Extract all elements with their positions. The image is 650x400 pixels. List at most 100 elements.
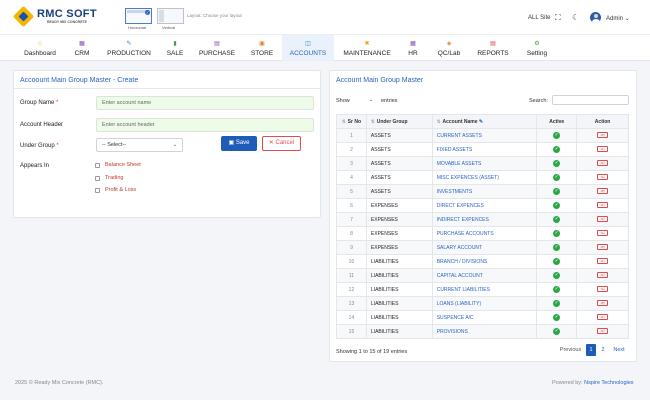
pagination-page-1[interactable]: 1	[586, 344, 596, 356]
action-menu-button[interactable]: •••	[597, 230, 609, 237]
cell-account-name[interactable]: CURRENT ASSETS	[431, 128, 538, 143]
site-selector[interactable]: ALL Site	[528, 15, 550, 21]
cell-account-name[interactable]: CAPITAL ACCOUNT	[431, 268, 538, 283]
nav-store[interactable]: ▣ STORE	[246, 35, 278, 61]
trading-label: Trading	[105, 175, 124, 181]
action-menu-button[interactable]: •••	[597, 314, 609, 321]
table-row: 12 LIABILITIES CURRENT LIABILITIES ✓ •••	[336, 282, 629, 297]
chevron-down-icon: ⌄	[172, 142, 177, 148]
cell-active: ✓	[536, 142, 578, 157]
cell-account-name[interactable]: SALARY ACCOUNT	[431, 240, 538, 255]
avatar[interactable]	[590, 12, 601, 23]
fullscreen-icon[interactable]: ⛶	[555, 13, 561, 23]
action-menu-button[interactable]: •••	[597, 272, 609, 279]
cancel-button[interactable]: ✕ Cancel	[262, 136, 301, 151]
table-row: 6 EXPENSES DIRECT EXPENCES ✓ •••	[336, 198, 629, 213]
table-row: 4 ASSETS MISC EXPENCES (ASSET) ✓ •••	[336, 170, 629, 185]
layout-vertical-option[interactable]	[157, 8, 184, 24]
chart-icon: ▮	[173, 41, 177, 47]
cell-account-name[interactable]: FIXED ASSETS	[431, 142, 538, 157]
active-check-icon: ✓	[553, 146, 561, 153]
col-account-name[interactable]: ⇅ Account Name ✎	[431, 114, 538, 129]
col-action[interactable]: Action	[576, 114, 629, 129]
pagination-page-2[interactable]: 2	[598, 344, 608, 356]
nav-dashboard[interactable]: ⌂ Dashboard	[16, 35, 64, 61]
action-menu-button[interactable]: •••	[597, 244, 609, 251]
table-row: 14 LIABILITIES SUSPENCE A/C ✓ •••	[336, 310, 629, 325]
active-check-icon: ✓	[553, 174, 561, 181]
action-menu-button[interactable]: •••	[597, 258, 609, 265]
company-link[interactable]: Nspire Technologies	[584, 380, 633, 386]
account-header-input[interactable]: Enter account header	[96, 118, 314, 132]
active-check-icon: ✓	[553, 188, 561, 195]
cell-sr-no: 2	[336, 142, 367, 157]
cell-account-name[interactable]: SUSPENCE A/C	[431, 310, 538, 325]
save-button[interactable]: ▣ Save	[221, 136, 257, 151]
col-sr-no[interactable]: ⇅ Sr No	[336, 114, 367, 129]
list-panel: Account Main Group Master Show ⌄ entries…	[329, 70, 637, 362]
entries-label: entries	[381, 98, 398, 104]
action-menu-button[interactable]: •••	[597, 146, 609, 153]
entries-per-page-select[interactable]: ⌄	[354, 95, 373, 105]
search-input[interactable]	[552, 95, 629, 105]
cell-account-name[interactable]: INDIRECT EXPENCES	[431, 212, 538, 227]
user-name: Admin	[606, 16, 624, 22]
col-active[interactable]: Active	[536, 114, 578, 129]
trading-checkbox[interactable]	[95, 176, 100, 181]
action-menu-button[interactable]: •••	[597, 300, 609, 307]
group-name-input[interactable]: Enter account name	[96, 96, 314, 110]
nav-hr[interactable]: ▦ HR	[402, 35, 424, 61]
under-group-label: Under Group *	[20, 143, 59, 149]
action-menu-button[interactable]: •••	[597, 286, 609, 293]
nav-setting[interactable]: ⚙ Setting	[522, 35, 552, 61]
cell-account-name[interactable]: PROVISIONS	[431, 324, 538, 339]
cell-active: ✓	[536, 156, 578, 171]
nav-reports[interactable]: ▤ REPORTS	[474, 35, 512, 61]
under-group-select[interactable]: -- Select-- ⌄	[96, 138, 183, 152]
action-menu-button[interactable]: •••	[597, 328, 609, 335]
nav-purchase[interactable]: ▤ PURCHASE	[194, 35, 240, 61]
cell-account-name[interactable]: MOVABLE ASSETS	[431, 156, 538, 171]
action-menu-button[interactable]: •••	[597, 216, 609, 223]
action-menu-button[interactable]: •••	[597, 202, 609, 209]
brand-logo[interactable]: RMC SOFT READY MIX CONCRETE	[12, 6, 97, 28]
col-under-group[interactable]: ⇅ Under Group	[365, 114, 433, 129]
cell-active: ✓	[536, 324, 578, 339]
cell-under-group: ASSETS	[365, 156, 433, 171]
cell-active: ✓	[536, 240, 578, 255]
cell-account-name[interactable]: DIRECT EXPENCES	[431, 198, 538, 213]
cell-account-name[interactable]: BRANCH / DIVISIONS	[431, 254, 538, 269]
nav-production[interactable]: ✎ PRODUCTION	[102, 35, 156, 61]
cell-action: •••	[576, 296, 629, 311]
cell-account-name[interactable]: INVESTMENTS	[431, 184, 538, 199]
cell-sr-no: 9	[336, 240, 367, 255]
profit-loss-checkbox[interactable]	[95, 188, 100, 193]
layout-vertical-label: Vertical	[162, 25, 176, 30]
nav-accounts[interactable]: ◫ ACCOUNTS	[282, 35, 334, 61]
balance-sheet-checkbox[interactable]	[95, 163, 100, 168]
theme-toggle-icon[interactable]: ☾	[572, 13, 579, 22]
user-menu[interactable]: Admin ⌄	[606, 15, 630, 22]
cell-account-name[interactable]: CURRENT LIABILITIES	[431, 282, 538, 297]
action-menu-button[interactable]: •••	[597, 132, 609, 139]
nav-qc-lab[interactable]: ◈ QC/Lab	[430, 35, 468, 61]
cell-under-group: ASSETS	[365, 142, 433, 157]
cell-account-name[interactable]: PURCHASE ACCOUNTS	[431, 226, 538, 241]
cell-action: •••	[576, 282, 629, 297]
layout-horizontal-option[interactable]: ✓	[125, 8, 152, 24]
close-icon: ✕	[268, 140, 274, 146]
pagination-previous[interactable]: Previous	[557, 344, 584, 356]
pagination-next[interactable]: Next	[610, 344, 628, 356]
cell-active: ✓	[536, 254, 578, 269]
action-menu-button[interactable]: •••	[597, 188, 609, 195]
action-menu-button[interactable]: •••	[597, 174, 609, 181]
cell-account-name[interactable]: LOANS (LIABILITY)	[431, 296, 538, 311]
nav-crm[interactable]: ▦ CRM	[68, 35, 96, 61]
cell-action: •••	[576, 170, 629, 185]
form-title: Accoount Main Group Master - Create	[20, 77, 139, 84]
active-check-icon: ✓	[553, 300, 561, 307]
cell-account-name[interactable]: MISC EXPENCES (ASSET)	[431, 170, 538, 185]
nav-maintenance[interactable]: ✖ MAINTENANCE	[338, 35, 396, 61]
nav-sale[interactable]: ▮ SALE	[162, 35, 188, 61]
action-menu-button[interactable]: •••	[597, 160, 609, 167]
